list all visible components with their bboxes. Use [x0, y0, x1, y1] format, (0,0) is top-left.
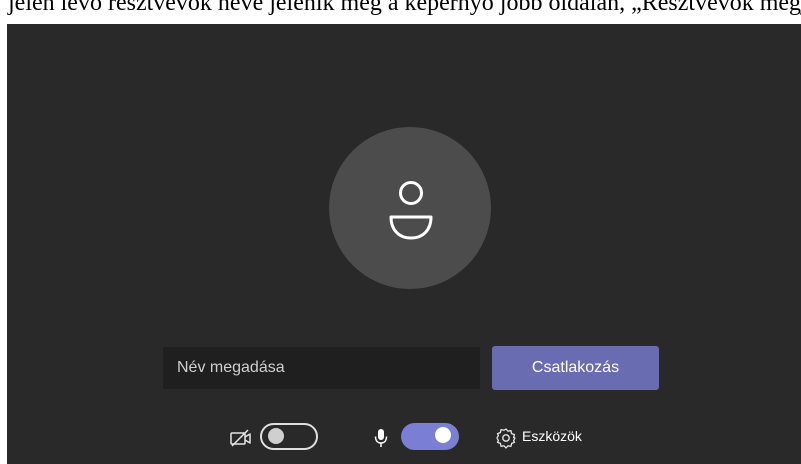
microphone-toggle[interactable]: [401, 423, 459, 450]
camera-off-icon[interactable]: [229, 428, 253, 448]
devices-label[interactable]: Eszközök: [522, 428, 582, 444]
microphone-icon[interactable]: [373, 427, 389, 449]
cropped-document-text: jelen lévő résztvevők neve jelenik meg a…: [0, 0, 801, 24]
camera-toggle[interactable]: [260, 423, 318, 450]
meeting-join-panel: Csatlakozás Eszközök: [7, 24, 801, 464]
gear-icon[interactable]: [495, 427, 517, 449]
microphone-toggle-knob: [435, 427, 451, 443]
person-icon: [389, 181, 433, 240]
join-button[interactable]: Csatlakozás: [492, 346, 659, 390]
name-input[interactable]: [163, 347, 480, 389]
avatar: [329, 127, 491, 289]
cropped-caption: jelen lévő résztvevők neve jelenik meg a…: [8, 0, 801, 16]
camera-toggle-knob: [268, 428, 284, 444]
